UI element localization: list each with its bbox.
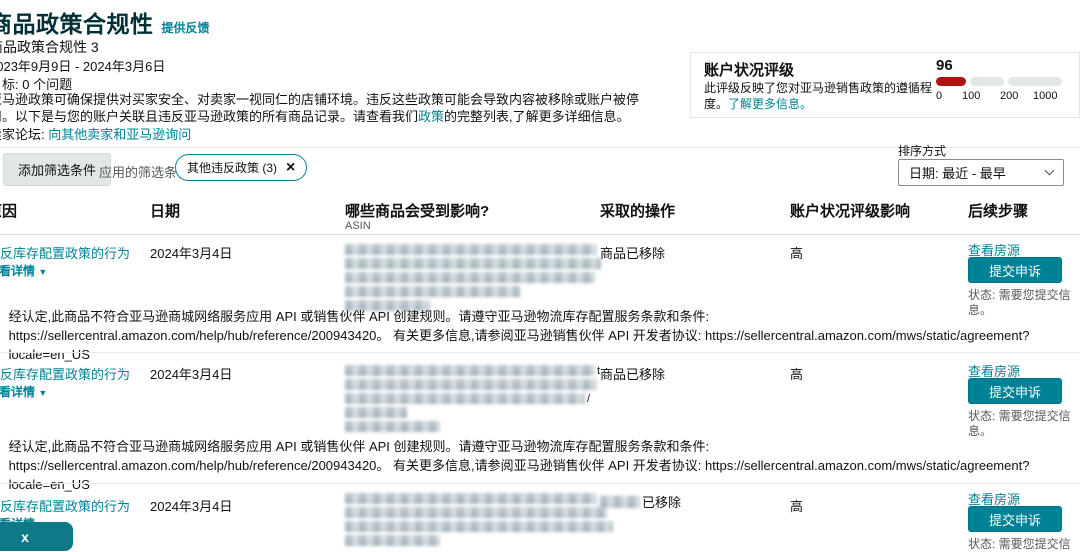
row2-impact: 高 xyxy=(790,367,804,382)
row3-status: 状态: 需要您提交信息。 xyxy=(968,537,1071,551)
account-health-meter: 0 100 200 1000 xyxy=(936,77,1064,103)
policy-description: 亚马逊政策可确保提供对买家安全、对卖家一视同仁的店铺环境。违反这些政策可能会导致… xyxy=(0,92,640,124)
page: 商品政策合规性提供反馈 商品政策合规性 3 2023年9月9日 - 2024年3… xyxy=(0,0,1080,552)
sort-value: 日期: 最近 - 最早 xyxy=(909,166,1006,181)
meter-label-200: 200 xyxy=(1000,90,1019,102)
account-health-panel: 账户状况评级 此评级反映了您对亚马逊销售政策的遵循程度。了解更多信息。 96 0… xyxy=(690,52,1080,118)
col-header-action: 采取的操作 xyxy=(600,203,676,220)
filter-chip-label: 其他违反政策 (3) xyxy=(187,161,278,175)
row3-submit-appeal-button[interactable]: 提交申诉 xyxy=(968,506,1062,532)
triangle-down-icon: ▼ xyxy=(38,267,48,277)
filter-chip-close-icon[interactable]: × xyxy=(286,159,295,175)
forum-link[interactable]: 向其他卖家和亚马逊询问 xyxy=(48,127,191,142)
row3-action: 已移除 xyxy=(600,492,681,511)
col-header-asin: ASIN xyxy=(345,220,371,232)
meter-label-1000: 1000 xyxy=(1033,90,1058,102)
sort-dropdown[interactable]: 日期: 最近 - 最早 xyxy=(898,159,1064,186)
page-title-row: 商品政策合规性 提供反馈 xyxy=(0,5,210,39)
account-health-title: 账户状况评级 xyxy=(704,62,795,79)
date-range: 2023年9月9日 - 2024年3月6日 xyxy=(0,59,166,74)
page-subtitle: 商品政策合规性 3 xyxy=(0,39,99,55)
meter-label-100: 100 xyxy=(962,90,981,102)
row2-submit-appeal-button[interactable]: 提交申诉 xyxy=(968,378,1062,404)
table-header-divider xyxy=(0,234,1080,235)
row1-impact: 高 xyxy=(790,246,804,261)
row2-note: • 经认定,此商品不符合亚马逊商城网络服务应用 API 或销售伙伴 API 创建… xyxy=(8,439,1030,492)
row2-reason-link[interactable]: 违反库存配置政策的行为 xyxy=(0,364,130,383)
row1-reason-link[interactable]: 违反库存配置政策的行为 xyxy=(0,243,130,262)
triangle-down-icon: ▼ xyxy=(38,388,48,398)
add-filter-button[interactable]: 添加筛选条件 xyxy=(3,153,112,186)
row1-redacted-products xyxy=(345,241,601,312)
row3-reason-link[interactable]: 违反库存配置政策的行为 xyxy=(0,496,130,515)
redacted-action-prefix xyxy=(600,495,640,508)
policy-link[interactable]: 政策 xyxy=(418,109,444,124)
row1-action: 商品已移除 xyxy=(600,246,666,261)
row1-date: 2024年3月4日 xyxy=(150,246,233,261)
learn-more-link[interactable]: 了解更多信息。 xyxy=(728,97,812,111)
col-header-reason: 原因 xyxy=(0,203,18,220)
row3-date: 2024年3月4日 xyxy=(150,499,233,514)
chevron-down-icon xyxy=(1044,165,1055,176)
sort-label: 排序方式 xyxy=(898,144,947,158)
close-icon: x xyxy=(21,528,29,545)
forum-label: 卖家论坛: xyxy=(0,127,45,142)
filter-chip[interactable]: 其他违反政策 (3) × xyxy=(175,154,308,181)
row1-details-toggle[interactable]: 查看详情 ▼ xyxy=(0,262,47,279)
feedback-link[interactable]: 提供反馈 xyxy=(162,21,210,35)
meter-segment-gray-1 xyxy=(970,77,1004,86)
row2-details-toggle[interactable]: 查看详情 ▼ xyxy=(0,383,47,400)
account-health-score: 96 xyxy=(936,57,953,74)
col-header-next-steps: 后续步骤 xyxy=(968,203,1029,220)
meter-label-0: 0 xyxy=(936,90,943,102)
page-canvas: 商品政策合规性提供反馈 商品政策合规性 3 2023年9月9日 - 2024年3… xyxy=(0,0,1080,552)
row2-status: 状态: 需要您提交信息。 xyxy=(968,409,1071,438)
row2-action: 商品已移除 xyxy=(600,367,666,382)
row1-submit-appeal-button[interactable]: 提交申诉 xyxy=(968,257,1062,283)
row3-redacted-products xyxy=(345,490,613,547)
col-header-impact: 账户状况评级影响 xyxy=(790,203,911,220)
row2-date: 2024年3月4日 xyxy=(150,367,233,382)
row3-impact: 高 xyxy=(790,499,804,514)
row-divider xyxy=(0,483,1080,484)
forum-row: 卖家论坛: 向其他卖家和亚马逊询问 xyxy=(0,124,191,143)
row2-redacted-products: t / xyxy=(345,362,600,433)
meter-segment-red xyxy=(936,77,966,86)
col-header-products: 哪些商品会受到影响? xyxy=(345,203,490,220)
account-health-description: 此评级反映了您对亚马逊销售政策的遵循程度。了解更多信息。 xyxy=(704,81,933,111)
col-header-date: 日期 xyxy=(150,203,181,220)
close-widget-button[interactable]: x xyxy=(0,522,73,551)
text-fragment: / xyxy=(587,392,591,405)
meter-segment-gray-2 xyxy=(1008,77,1062,86)
row1-note: • 经认定,此商品不符合亚马逊商城网络服务应用 API 或销售伙伴 API 创建… xyxy=(8,309,1030,362)
row-divider xyxy=(0,352,1080,353)
page-title: 商品政策合规性 xyxy=(0,11,154,37)
